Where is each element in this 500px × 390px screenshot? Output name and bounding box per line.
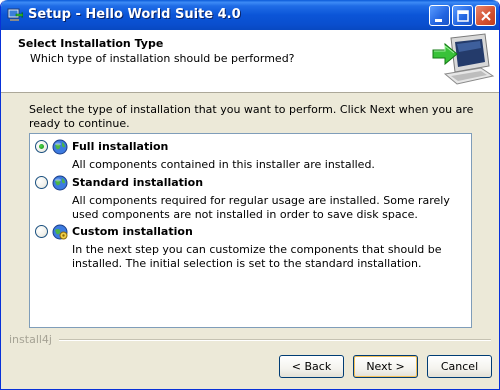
installation-type-list: Full installation All components contain… — [29, 133, 472, 328]
option-description: All components required for regular usag… — [72, 194, 450, 221]
window-title: Setup - Hello World Suite 4.0 — [28, 7, 241, 22]
close-icon — [481, 11, 491, 21]
page-title: Select Installation Type — [18, 37, 164, 50]
computer-install-arrow-icon — [432, 33, 495, 85]
header-panel: Select Installation Type Which type of i… — [1, 30, 499, 93]
footer-divider — [59, 339, 491, 341]
page-subtitle: Which type of installation should be per… — [30, 52, 295, 65]
instructions-text: Select the type of installation that you… — [29, 103, 474, 130]
next-button[interactable]: Next > — [353, 355, 418, 378]
setup-window: Setup - Hello World Suite 4.0 Select Ins… — [0, 0, 500, 390]
maximize-icon — [457, 10, 469, 22]
globe-gear-icon — [52, 224, 68, 240]
minimize-icon — [435, 19, 442, 22]
maximize-button[interactable] — [452, 5, 473, 26]
brand-label: install4j — [9, 333, 52, 346]
radio-custom-installation[interactable] — [35, 225, 48, 238]
setup-app-icon — [7, 8, 23, 21]
option-title: Full installation — [72, 140, 169, 153]
radio-selected-dot — [39, 144, 44, 149]
radio-standard-installation[interactable] — [35, 176, 48, 189]
globe-icon — [52, 175, 68, 191]
back-button[interactable]: < Back — [279, 355, 344, 378]
option-description: In the next step you can customize the c… — [72, 243, 442, 270]
option-title: Custom installation — [72, 225, 193, 238]
cancel-button[interactable]: Cancel — [427, 355, 492, 378]
title-bar[interactable]: Setup - Hello World Suite 4.0 — [1, 0, 499, 30]
option-description: All components contained in this install… — [72, 158, 375, 171]
radio-full-installation[interactable] — [35, 140, 48, 153]
option-title: Standard installation — [72, 176, 204, 189]
close-button[interactable] — [475, 5, 496, 26]
globe-icon — [52, 139, 68, 155]
minimize-button[interactable] — [429, 5, 450, 26]
